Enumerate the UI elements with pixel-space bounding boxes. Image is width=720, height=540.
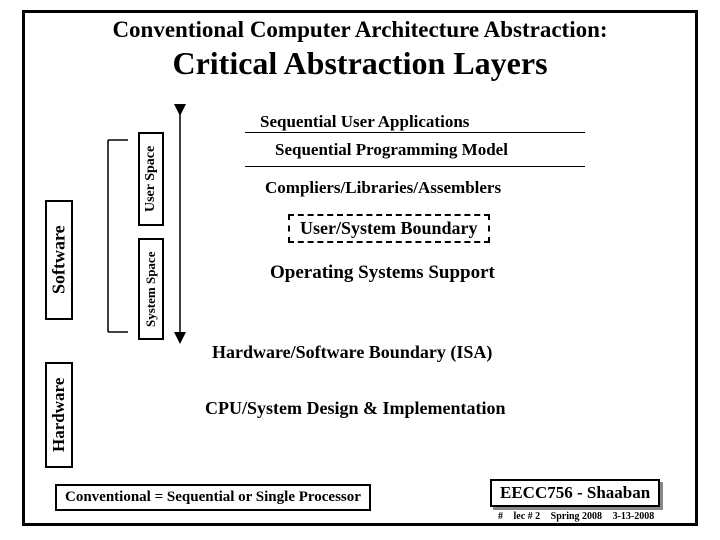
- system-space-label: System Space: [138, 238, 164, 340]
- software-label: Software: [45, 200, 73, 320]
- layer-cpu-design: CPU/System Design & Implementation: [205, 398, 505, 419]
- divider: [245, 132, 585, 133]
- slide-footer: # lec # 2 Spring 2008 3-13-2008: [498, 511, 662, 522]
- footer-lec: lec # 2: [514, 511, 541, 522]
- user-system-boundary: User/System Boundary: [288, 214, 490, 243]
- footer-term: Spring 2008: [551, 511, 602, 522]
- footer-hash: #: [498, 511, 503, 522]
- layer-seq-prog: Sequential Programming Model: [275, 140, 508, 160]
- layer-os-support: Operating Systems Support: [270, 262, 495, 284]
- layer-seq-apps: Sequential User Applications: [260, 112, 469, 132]
- hardware-label: Hardware: [45, 362, 73, 468]
- footer-date: 3-13-2008: [613, 511, 655, 522]
- user-space-label: User Space: [138, 132, 164, 226]
- conventional-note: Conventional = Sequential or Single Proc…: [55, 484, 371, 511]
- course-box: EECC756 - Shaaban: [490, 479, 660, 507]
- layer-compilers: Compliers/Libraries/Assemblers: [265, 178, 501, 198]
- hw-sw-boundary: Hardware/Software Boundary (ISA): [212, 342, 492, 363]
- divider: [245, 166, 585, 167]
